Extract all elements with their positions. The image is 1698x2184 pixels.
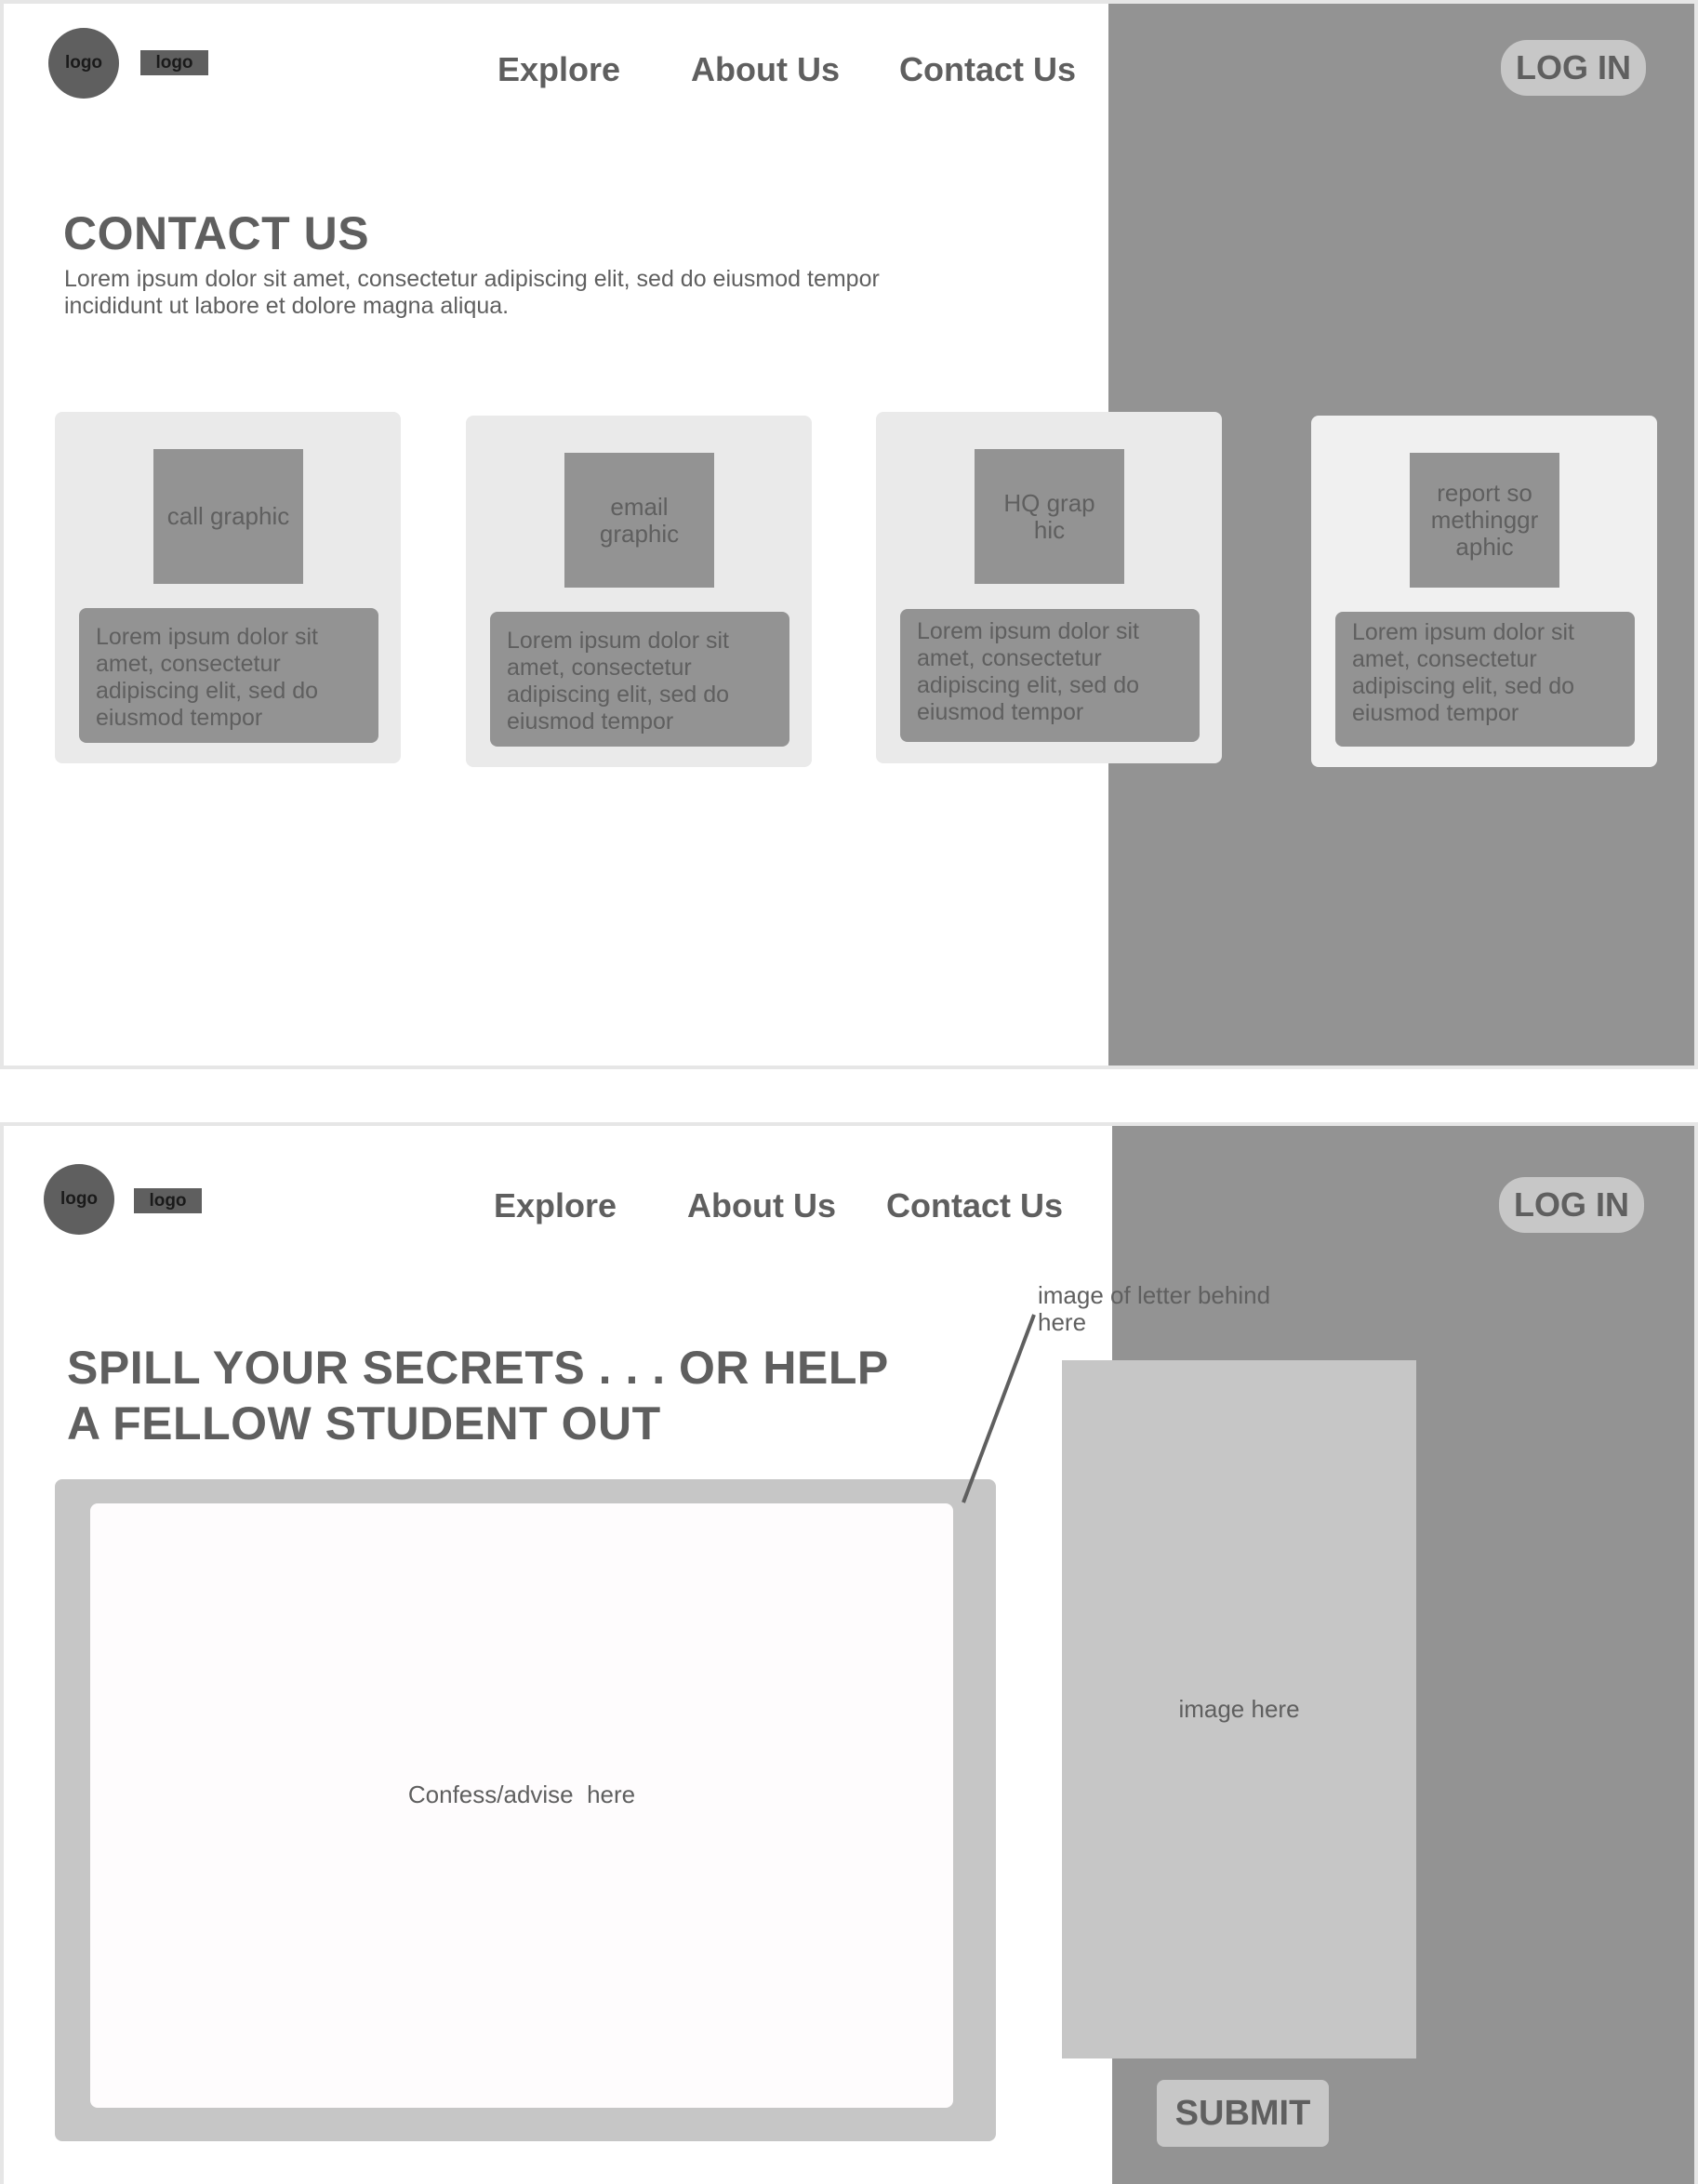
logo-circle[interactable]: logo	[44, 1164, 114, 1235]
login-button[interactable]: LOG IN	[1499, 1177, 1644, 1233]
confess-screen: logo logo Explore About Us Contact Us LO…	[0, 1122, 1698, 2184]
nav-explore[interactable]: Explore	[494, 1186, 617, 1225]
page-title-line-2: A FELLOW STUDENT OUT	[67, 1397, 661, 1449]
page-title: CONTACT US	[63, 207, 370, 259]
card-description: Lorem ipsum dolor sit amet, consectetur …	[490, 612, 789, 747]
call-graphic-icon: call graphic	[153, 449, 303, 584]
annotation-note: image of letter behind here	[1038, 1281, 1271, 1336]
contact-card-report[interactable]: report somethinggraphic Lorem ipsum dolo…	[1311, 416, 1657, 767]
report-graphic-icon: report somethinggraphic	[1410, 453, 1559, 588]
nav-explore[interactable]: Explore	[497, 50, 620, 89]
submit-button[interactable]: SUBMIT	[1157, 2080, 1329, 2147]
card-description: Lorem ipsum dolor sit amet, consectetur …	[1335, 612, 1635, 747]
logo-circle[interactable]: logo	[48, 28, 119, 99]
email-graphic-icon: email graphic	[564, 453, 714, 588]
nav-contact-us[interactable]: Contact Us	[886, 1186, 1063, 1225]
contact-us-screen: logo logo Explore About Us Contact Us LO…	[0, 0, 1698, 1069]
confession-form	[55, 1479, 996, 2141]
nav-about-us[interactable]: About Us	[687, 1186, 836, 1225]
contact-card-email[interactable]: email graphic Lorem ipsum dolor sit amet…	[466, 416, 812, 767]
nav-about-us[interactable]: About Us	[691, 50, 840, 89]
page-description-line-2: incididunt ut labore et dolore magna ali…	[64, 293, 510, 319]
card-description: Lorem ipsum dolor sit amet, consectetur …	[79, 608, 378, 743]
page-title-line-1: SPILL YOUR SECRETS . . . OR HELP	[67, 1342, 889, 1394]
contact-card-call[interactable]: call graphic Lorem ipsum dolor sit amet,…	[55, 412, 401, 763]
letter-image-placeholder: image here	[1062, 1360, 1416, 2058]
contact-card-hq[interactable]: HQ graphic Lorem ipsum dolor sit amet, c…	[876, 412, 1222, 763]
nav-contact-us[interactable]: Contact Us	[899, 50, 1076, 89]
confess-textarea[interactable]	[90, 1503, 953, 2108]
card-description: Lorem ipsum dolor sit amet, consectetur …	[900, 609, 1200, 742]
annotation-line	[962, 1314, 1036, 1503]
login-button[interactable]: LOG IN	[1501, 40, 1646, 96]
page-description-line-1: Lorem ipsum dolor sit amet, consectetur …	[64, 266, 880, 292]
hq-graphic-icon: HQ graphic	[975, 449, 1124, 584]
logo-wordmark[interactable]: logo	[140, 50, 208, 75]
logo-wordmark[interactable]: logo	[134, 1188, 202, 1213]
